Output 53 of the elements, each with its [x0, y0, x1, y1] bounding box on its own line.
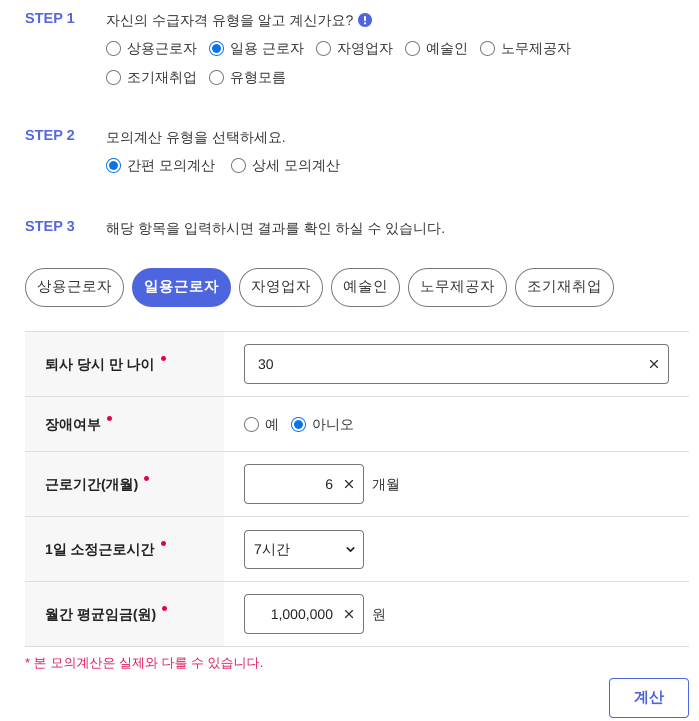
radio-button[interactable] [106, 40, 121, 56]
clear-button[interactable] [342, 607, 356, 621]
radio-button[interactable] [209, 40, 224, 56]
tab[interactable]: 노무제공자 [408, 268, 507, 307]
radio-button[interactable] [404, 40, 420, 56]
radio-label: 유형모름 [230, 68, 286, 87]
radio-label: 노무제공자 [500, 39, 571, 58]
radio-label: 예 [265, 415, 279, 434]
radio-button[interactable] [230, 158, 246, 172]
radio-button[interactable] [244, 416, 259, 432]
radio-button[interactable] [480, 40, 495, 56]
field-label: 장애여부 [45, 414, 101, 434]
tab[interactable]: 일용근로자 [132, 268, 231, 307]
step-label: STEP 3 [25, 218, 75, 238]
calculate-button[interactable]: 계산 [609, 678, 689, 718]
step-label: STEP 2 [25, 127, 75, 146]
step-question: 자신의 수급자격 유형을 알고 계신가요? [106, 10, 354, 30]
unit-label: 원 [372, 604, 386, 624]
tab[interactable]: 자영업자 [239, 268, 323, 307]
radio-button[interactable] [106, 70, 121, 84]
input-field[interactable]: 6 [244, 464, 364, 504]
tab[interactable]: 상용근로자 [25, 268, 124, 307]
field-label: 월간 평균임금(원) [45, 604, 156, 624]
x-icon [342, 607, 356, 621]
field-label: 1일 소정근로시간 [45, 540, 155, 558]
disclaimer-note: * 본 모의계산은 실제와 다를 수 있습니다. [25, 654, 264, 672]
radio-button[interactable] [316, 40, 331, 56]
radio-label: 일용 근로자 [230, 39, 304, 58]
radio-label: 예술인 [426, 39, 468, 58]
radio-label: 아니오 [312, 415, 354, 434]
radio-label: 상세 모의계산 [252, 156, 340, 175]
tab[interactable]: 예술인 [331, 268, 400, 307]
field-label: 퇴사 당시 만 나이 [45, 354, 155, 374]
x-icon [342, 477, 356, 491]
radio-label: 간편 모의계산 [127, 156, 215, 175]
input-field[interactable]: 1,000,000 [244, 594, 364, 634]
x-icon [647, 357, 661, 371]
radio-label: 상용근로자 [127, 39, 197, 58]
clear-button[interactable] [342, 477, 356, 491]
radio-label: 자영업자 [336, 39, 393, 58]
field-label: 근로기간(개월) [45, 474, 138, 494]
clear-button[interactable] [647, 357, 661, 371]
input-field[interactable]: 30 [244, 344, 669, 384]
select-field[interactable]: 7시간 [244, 530, 364, 568]
radio-label: 조기재취업 [127, 68, 197, 87]
step-question: 해당 항목을 입력하시면 결과를 확인 하실 수 있습니다. [106, 218, 446, 238]
radio-button[interactable] [291, 416, 306, 432]
step-question: 모의계산 유형을 선택하세요. [106, 128, 286, 146]
radio-button[interactable] [209, 70, 224, 84]
step-label: STEP 1 [25, 10, 75, 30]
tab[interactable]: 조기재취업 [515, 268, 614, 307]
unit-label: 개월 [372, 474, 400, 494]
radio-button[interactable] [106, 158, 121, 172]
